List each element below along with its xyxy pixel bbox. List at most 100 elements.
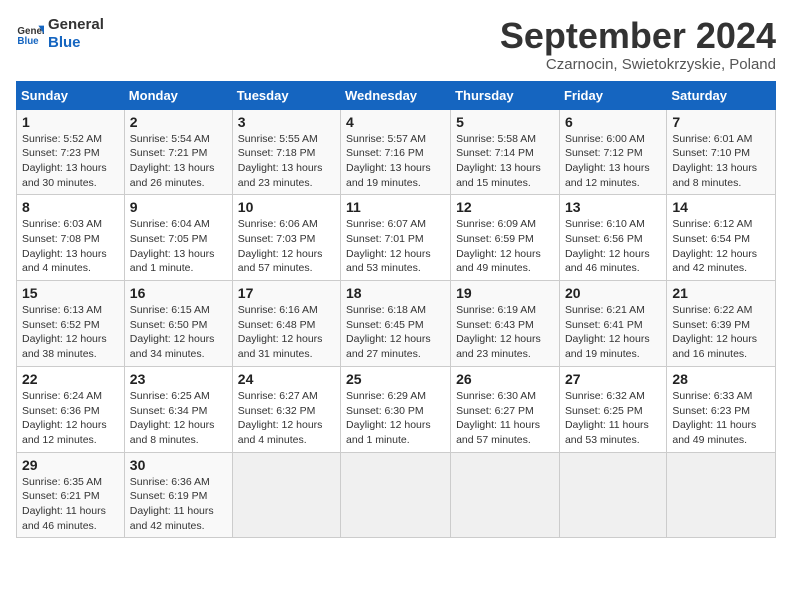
calendar-body: 1 Sunrise: 5:52 AMSunset: 7:23 PMDaylight… bbox=[17, 109, 776, 538]
day-number: 13 bbox=[565, 199, 661, 215]
day-info: Sunrise: 6:12 AMSunset: 6:54 PMDaylight:… bbox=[672, 217, 770, 276]
day-info: Sunrise: 6:15 AMSunset: 6:50 PMDaylight:… bbox=[130, 303, 227, 362]
day-info: Sunrise: 6:04 AMSunset: 7:05 PMDaylight:… bbox=[130, 217, 227, 276]
header-thursday: Thursday bbox=[451, 81, 560, 109]
day-info: Sunrise: 5:58 AMSunset: 7:14 PMDaylight:… bbox=[456, 132, 554, 191]
day-number: 21 bbox=[672, 285, 770, 301]
calendar-cell: 25 Sunrise: 6:29 AMSunset: 6:30 PMDayligh… bbox=[341, 366, 451, 452]
week-row-4: 22Sunrise: 6:24 AMSunset: 6:36 PMDayligh… bbox=[17, 366, 776, 452]
day-number: 20 bbox=[565, 285, 661, 301]
day-number: 3 bbox=[238, 114, 335, 130]
calendar-cell: 18 Sunrise: 6:18 AMSunset: 6:45 PMDayligh… bbox=[341, 281, 451, 367]
day-info: Sunrise: 6:30 AMSunset: 6:27 PMDaylight:… bbox=[456, 389, 554, 448]
calendar-cell: 8Sunrise: 6:03 AMSunset: 7:08 PMDaylight… bbox=[17, 195, 125, 281]
day-info: Sunrise: 6:09 AMSunset: 6:59 PMDaylight:… bbox=[456, 217, 554, 276]
day-number: 5 bbox=[456, 114, 554, 130]
logo: General Blue General Blue bbox=[16, 16, 104, 52]
header-monday: Monday bbox=[124, 81, 232, 109]
header: General Blue General Blue September 2024… bbox=[16, 16, 776, 73]
day-number: 22 bbox=[22, 371, 119, 387]
calendar-cell bbox=[667, 452, 776, 538]
month-title: September 2024 bbox=[500, 16, 776, 56]
day-info: Sunrise: 6:32 AMSunset: 6:25 PMDaylight:… bbox=[565, 389, 661, 448]
calendar-cell: 4 Sunrise: 5:57 AMSunset: 7:16 PMDaylight… bbox=[341, 109, 451, 195]
day-number: 23 bbox=[130, 371, 227, 387]
day-info: Sunrise: 6:36 AMSunset: 6:19 PMDaylight:… bbox=[130, 475, 227, 534]
day-number: 4 bbox=[346, 114, 445, 130]
day-number: 24 bbox=[238, 371, 335, 387]
calendar-cell: 16 Sunrise: 6:15 AMSunset: 6:50 PMDayligh… bbox=[124, 281, 232, 367]
calendar-cell: 28 Sunrise: 6:33 AMSunset: 6:23 PMDayligh… bbox=[667, 366, 776, 452]
day-info: Sunrise: 6:21 AMSunset: 6:41 PMDaylight:… bbox=[565, 303, 661, 362]
day-number: 15 bbox=[22, 285, 119, 301]
header-saturday: Saturday bbox=[667, 81, 776, 109]
header-tuesday: Tuesday bbox=[232, 81, 340, 109]
calendar-cell: 7Sunrise: 6:01 AMSunset: 7:10 PMDaylight… bbox=[667, 109, 776, 195]
calendar-cell: 30Sunrise: 6:36 AMSunset: 6:19 PMDayligh… bbox=[124, 452, 232, 538]
calendar-cell: 21 Sunrise: 6:22 AMSunset: 6:39 PMDayligh… bbox=[667, 281, 776, 367]
day-number: 25 bbox=[346, 371, 445, 387]
calendar-cell bbox=[559, 452, 666, 538]
day-info: Sunrise: 6:06 AMSunset: 7:03 PMDaylight:… bbox=[238, 217, 335, 276]
week-row-2: 8Sunrise: 6:03 AMSunset: 7:08 PMDaylight… bbox=[17, 195, 776, 281]
header-sunday: Sunday bbox=[17, 81, 125, 109]
calendar-cell: 20 Sunrise: 6:21 AMSunset: 6:41 PMDayligh… bbox=[559, 281, 666, 367]
day-info: Sunrise: 6:13 AMSunset: 6:52 PMDaylight:… bbox=[22, 303, 119, 362]
day-number: 16 bbox=[130, 285, 227, 301]
calendar-cell: 9Sunrise: 6:04 AMSunset: 7:05 PMDaylight… bbox=[124, 195, 232, 281]
calendar-cell: 17Sunrise: 6:16 AMSunset: 6:48 PMDayligh… bbox=[232, 281, 340, 367]
location-title: Czarnocin, Swietokrzyskie, Poland bbox=[500, 56, 776, 73]
calendar-cell bbox=[341, 452, 451, 538]
day-number: 7 bbox=[672, 114, 770, 130]
day-info: Sunrise: 6:27 AMSunset: 6:32 PMDaylight:… bbox=[238, 389, 335, 448]
week-row-1: 1 Sunrise: 5:52 AMSunset: 7:23 PMDaylight… bbox=[17, 109, 776, 195]
header-row: SundayMondayTuesdayWednesdayThursdayFrid… bbox=[17, 81, 776, 109]
day-number: 19 bbox=[456, 285, 554, 301]
calendar-cell: 5 Sunrise: 5:58 AMSunset: 7:14 PMDaylight… bbox=[451, 109, 560, 195]
day-number: 18 bbox=[346, 285, 445, 301]
calendar-cell: 27 Sunrise: 6:32 AMSunset: 6:25 PMDayligh… bbox=[559, 366, 666, 452]
day-number: 6 bbox=[565, 114, 661, 130]
title-area: September 2024 Czarnocin, Swietokrzyskie… bbox=[500, 16, 776, 73]
calendar-cell: 23Sunrise: 6:25 AMSunset: 6:34 PMDayligh… bbox=[124, 366, 232, 452]
week-row-3: 15 Sunrise: 6:13 AMSunset: 6:52 PMDayligh… bbox=[17, 281, 776, 367]
day-number: 29 bbox=[22, 457, 119, 473]
day-info: Sunrise: 6:18 AMSunset: 6:45 PMDaylight:… bbox=[346, 303, 445, 362]
day-info: Sunrise: 5:52 AMSunset: 7:23 PMDaylight:… bbox=[22, 132, 119, 191]
week-row-5: 29 Sunrise: 6:35 AMSunset: 6:21 PMDayligh… bbox=[17, 452, 776, 538]
logo-icon: General Blue bbox=[16, 20, 44, 48]
day-info: Sunrise: 6:03 AMSunset: 7:08 PMDaylight:… bbox=[22, 217, 119, 276]
day-info: Sunrise: 5:55 AMSunset: 7:18 PMDaylight:… bbox=[238, 132, 335, 191]
calendar-cell: 10 Sunrise: 6:06 AMSunset: 7:03 PMDayligh… bbox=[232, 195, 340, 281]
day-info: Sunrise: 6:35 AMSunset: 6:21 PMDaylight:… bbox=[22, 475, 119, 534]
calendar-cell: 13 Sunrise: 6:10 AMSunset: 6:56 PMDayligh… bbox=[559, 195, 666, 281]
calendar-cell: 14Sunrise: 6:12 AMSunset: 6:54 PMDayligh… bbox=[667, 195, 776, 281]
day-info: Sunrise: 5:54 AMSunset: 7:21 PMDaylight:… bbox=[130, 132, 227, 191]
calendar-cell bbox=[451, 452, 560, 538]
day-number: 12 bbox=[456, 199, 554, 215]
day-info: Sunrise: 6:10 AMSunset: 6:56 PMDaylight:… bbox=[565, 217, 661, 276]
day-number: 2 bbox=[130, 114, 227, 130]
day-number: 10 bbox=[238, 199, 335, 215]
day-info: Sunrise: 6:29 AMSunset: 6:30 PMDaylight:… bbox=[346, 389, 445, 448]
calendar-cell: 12 Sunrise: 6:09 AMSunset: 6:59 PMDayligh… bbox=[451, 195, 560, 281]
calendar-cell: 19 Sunrise: 6:19 AMSunset: 6:43 PMDayligh… bbox=[451, 281, 560, 367]
calendar-header: SundayMondayTuesdayWednesdayThursdayFrid… bbox=[17, 81, 776, 109]
day-info: Sunrise: 6:33 AMSunset: 6:23 PMDaylight:… bbox=[672, 389, 770, 448]
calendar-cell bbox=[232, 452, 340, 538]
day-info: Sunrise: 6:22 AMSunset: 6:39 PMDaylight:… bbox=[672, 303, 770, 362]
calendar-cell: 3 Sunrise: 5:55 AMSunset: 7:18 PMDaylight… bbox=[232, 109, 340, 195]
calendar-cell: 22Sunrise: 6:24 AMSunset: 6:36 PMDayligh… bbox=[17, 366, 125, 452]
day-number: 27 bbox=[565, 371, 661, 387]
day-info: Sunrise: 6:07 AMSunset: 7:01 PMDaylight:… bbox=[346, 217, 445, 276]
day-number: 1 bbox=[22, 114, 119, 130]
day-info: Sunrise: 5:57 AMSunset: 7:16 PMDaylight:… bbox=[346, 132, 445, 191]
day-number: 11 bbox=[346, 199, 445, 215]
day-number: 28 bbox=[672, 371, 770, 387]
calendar-table: SundayMondayTuesdayWednesdayThursdayFrid… bbox=[16, 81, 776, 539]
calendar-cell: 11 Sunrise: 6:07 AMSunset: 7:01 PMDayligh… bbox=[341, 195, 451, 281]
day-info: Sunrise: 6:19 AMSunset: 6:43 PMDaylight:… bbox=[456, 303, 554, 362]
day-info: Sunrise: 6:16 AMSunset: 6:48 PMDaylight:… bbox=[238, 303, 335, 362]
logo-general: General bbox=[48, 16, 104, 34]
logo-blue: Blue bbox=[48, 34, 104, 52]
